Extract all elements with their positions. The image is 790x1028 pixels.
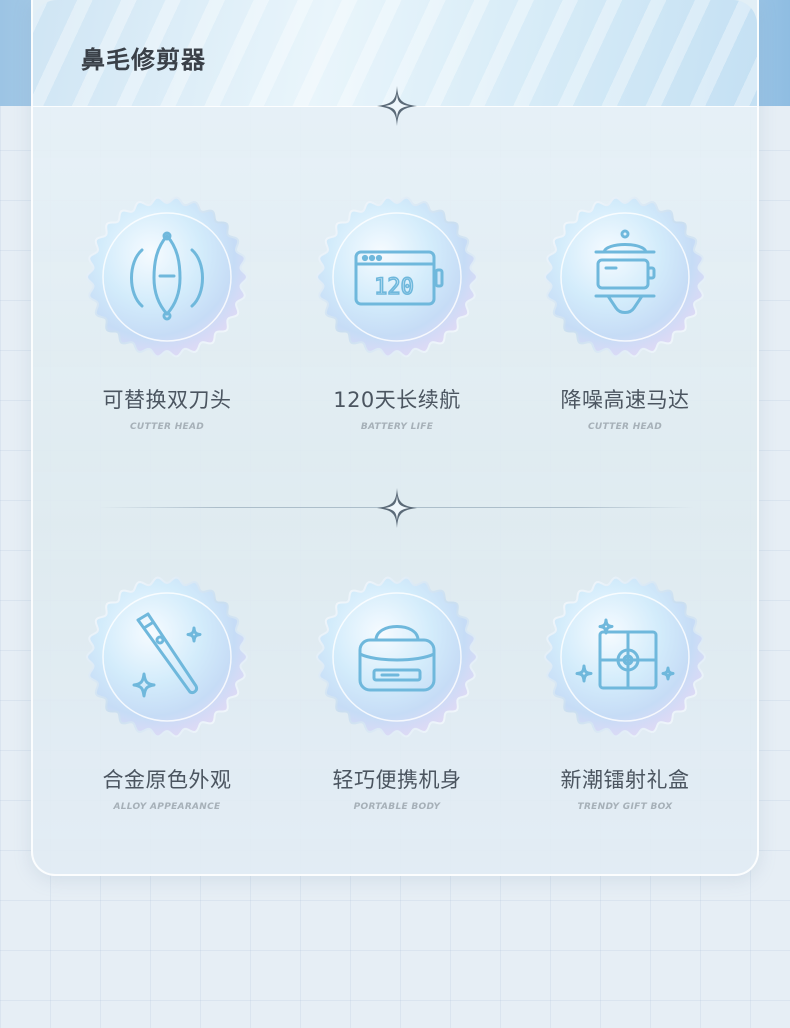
battery-icon: 120 bbox=[354, 250, 444, 306]
feature-item-cutter-head: 可替换双刀头 CUTTER HEAD bbox=[67, 196, 267, 432]
feature-title: 降噪高速马达 bbox=[560, 388, 690, 412]
feature-badge bbox=[86, 576, 248, 738]
feature-subtitle: BATTERY LIFE bbox=[360, 422, 434, 432]
feature-badge bbox=[544, 196, 706, 358]
battery-icon-text: 120 bbox=[374, 275, 414, 300]
cutter-head-icon bbox=[130, 231, 204, 321]
feature-item-portable: 轻巧便携机身 PORTABLE BODY bbox=[297, 576, 497, 812]
feature-title: 可替换双刀头 bbox=[102, 388, 232, 412]
feature-badge: 120 bbox=[316, 196, 478, 358]
gift-box-icon bbox=[575, 618, 675, 690]
feature-title: 轻巧便携机身 bbox=[332, 768, 462, 792]
feature-item-gift-box: 新潮镭射礼盒 TRENDY GIFT BOX bbox=[525, 576, 725, 812]
feature-subtitle: CUTTER HEAD bbox=[587, 422, 663, 432]
page-title: 鼻毛修剪器 bbox=[81, 46, 206, 74]
feature-title: 合金原色外观 bbox=[102, 768, 232, 792]
feature-subtitle: PORTABLE BODY bbox=[353, 802, 441, 812]
sparkle-icon bbox=[377, 86, 417, 126]
feature-item-battery: 120 120天长续航 BATTERY LIFE bbox=[297, 196, 497, 432]
feature-subtitle: CUTTER HEAD bbox=[129, 422, 205, 432]
feature-subtitle: TRENDY GIFT BOX bbox=[577, 802, 673, 812]
feature-item-motor: 降噪高速马达 CUTTER HEAD bbox=[525, 196, 725, 432]
motor-icon bbox=[594, 229, 656, 314]
feature-badge bbox=[316, 576, 478, 738]
sparkle-icon bbox=[377, 488, 417, 528]
feature-card: 鼻毛修剪器 可替换双刀头 CUTTER HEAD 120 120天长续航 BAT… bbox=[31, 0, 759, 876]
feature-title: 120天长续航 bbox=[333, 388, 461, 412]
feature-title: 新潮镭射礼盒 bbox=[560, 768, 690, 792]
alloy-trimmer-icon bbox=[132, 612, 202, 698]
feature-badge bbox=[86, 196, 248, 358]
bag-icon bbox=[358, 625, 436, 692]
feature-subtitle: ALLOY APPEARANCE bbox=[113, 802, 221, 812]
feature-badge bbox=[544, 576, 706, 738]
feature-item-alloy: 合金原色外观 ALLOY APPEARANCE bbox=[67, 576, 267, 812]
